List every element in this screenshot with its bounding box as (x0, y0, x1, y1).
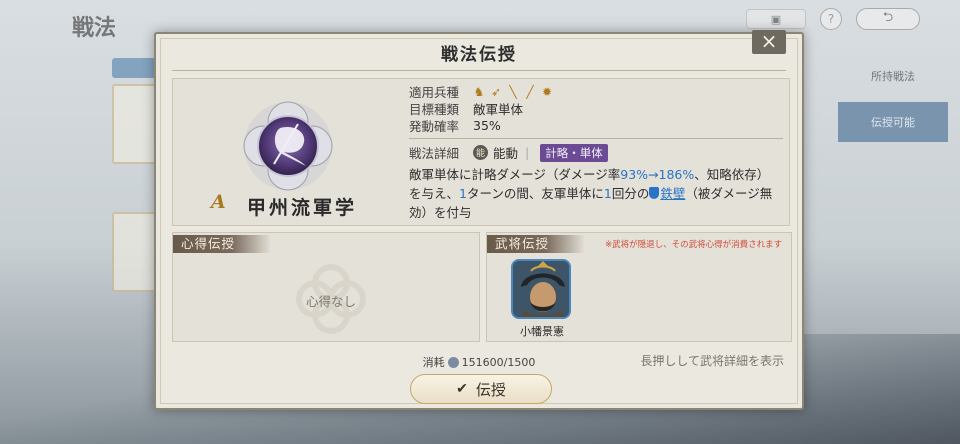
skill-attributes: 適用兵種 ♞ ➶ ╲ ╱ ✹ 目標種類 敵軍単体 発動確率 35% 戦法詳細 能… (409, 83, 789, 222)
active-ability-icon: 能 (473, 145, 488, 160)
bow-icon: ➶ (490, 84, 502, 99)
background-right-menu: 所持戦法 伝授可能 (830, 50, 960, 350)
turn-count: 1 (459, 186, 467, 201)
background-screen-title: 戦法 (72, 15, 117, 41)
rate-row: 発動確率 35% (409, 117, 789, 134)
dialog-title: 戦法伝授 (441, 44, 517, 65)
iron-wall-link[interactable]: 鉄壁 (660, 186, 685, 201)
return-icon: ⮌ (856, 8, 920, 30)
header-divider (172, 70, 786, 71)
background-top-buttons: ▣ ? ⮌ (746, 8, 920, 30)
troop-type-row: 適用兵種 ♞ ➶ ╲ ╱ ✹ (409, 83, 789, 100)
heart-transfer-tag: 心得伝授 (173, 235, 272, 253)
use-count: 1 (603, 186, 612, 201)
general-transfer-panel: 武将伝授 ※武将が隠退し、その武将心得が消費されます 小幡景憲 (486, 232, 792, 342)
dialog-header: 戦法伝授 (156, 34, 802, 70)
help-icon: ? (820, 8, 842, 30)
cavalry-icon: ♞ (473, 84, 485, 99)
skill-transfer-dialog: 戦法伝授 × A 甲州流軍学 適用兵種 ♞ ➶ ╲ ╱ ✹ 目標種類 敵軍単体 … (154, 30, 804, 410)
general-transfer-tag: 武将伝授 (487, 235, 586, 253)
heart-empty-text: 心得なし (305, 294, 356, 309)
spear-icon: ╱ (526, 84, 534, 99)
detail-value: 能 能動 | 計略・単体 (473, 143, 608, 162)
silver-coin-icon (447, 357, 459, 368)
desc-part: 敵軍単体に計略ダメージ（ダメージ率 (409, 167, 621, 182)
background-menu-owned: 所持戦法 (838, 56, 948, 96)
heart-empty-slot: 心得なし (291, 259, 371, 339)
check-icon: ✔ (456, 381, 468, 397)
cost-label: 消耗 (422, 356, 445, 369)
target-row: 目標種類 敵軍単体 (409, 100, 789, 117)
rate-label: 発動確率 (409, 119, 460, 134)
background-menu-transferable-label: 伝授可能 (871, 116, 915, 129)
general-portrait[interactable] (511, 259, 571, 319)
transfer-button[interactable]: ✔ 伝授 (410, 374, 552, 404)
detail-row: 戦法詳細 能 能動 | 計略・単体 (409, 143, 789, 162)
skill-rank: A (211, 191, 226, 213)
ability-type: 能動 (493, 146, 519, 161)
skill-description: 敵軍単体に計略ダメージ（ダメージ率93%→186%、知略依存）を与え、1ターンの… (409, 165, 781, 222)
heart-transfer-panel: 心得伝授 心得なし (172, 232, 480, 342)
shield-icon (649, 187, 660, 199)
damage-rate: 93%→186% (620, 167, 695, 182)
rate-value: 35% (473, 118, 501, 133)
background-menu-transferable: 伝授可能 (838, 102, 948, 142)
detail-label: 戦法詳細 (409, 146, 460, 161)
detail-separator: | (525, 145, 530, 160)
general-avatar (513, 261, 569, 317)
siege-icon: ✹ (541, 84, 553, 99)
skill-info-panel: A 甲州流軍学 適用兵種 ♞ ➶ ╲ ╱ ✹ 目標種類 敵軍単体 発動確率 35… (172, 78, 790, 226)
transfer-button-label: 伝授 (475, 380, 506, 399)
background-menu-owned-label: 所持戦法 (871, 70, 915, 83)
skill-emblem-icon (233, 91, 343, 201)
resource-indicator: ▣ (746, 9, 806, 29)
desc-part: 回分の (611, 186, 650, 201)
skill-type-badge: 計略・単体 (540, 143, 608, 162)
general-name: 小幡景憲 (520, 325, 564, 338)
cost-value: 151600/1500 (461, 356, 536, 369)
info-divider (409, 138, 783, 139)
long-press-hint: 長押しして武将詳細を表示 (640, 354, 784, 368)
close-button[interactable]: × (752, 30, 786, 54)
skill-name: 甲州流軍学 (247, 197, 358, 219)
troop-type-icons: ♞ ➶ ╲ ╱ ✹ (473, 86, 553, 98)
target-value: 敵軍単体 (473, 102, 524, 117)
gun-icon: ╲ (509, 84, 517, 99)
retire-warning: ※武将が隠退し、その武将心得が消費されます (605, 240, 783, 250)
desc-part: ターンの間、友軍単体に (466, 186, 604, 201)
